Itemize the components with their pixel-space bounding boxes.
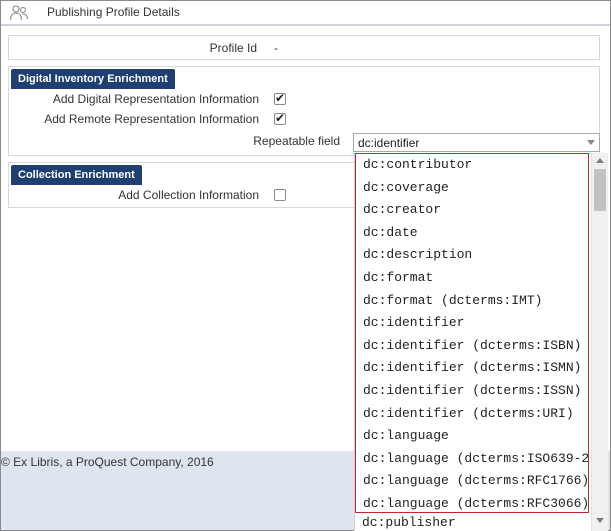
dropdown-option[interactable]: dc:format (356, 267, 588, 290)
dropdown-option[interactable]: dc:language (dcterms:RFC1766) (356, 470, 588, 493)
add-digital-representation-label: Add Digital Representation Information (52, 92, 259, 106)
dropdown-option[interactable]: dc:description (356, 244, 588, 267)
page-header: Publishing Profile Details (1, 1, 610, 26)
copyright-text: © Ex Libris, a ProQuest Company, 2016 (1, 455, 214, 469)
checkmark-icon: ✔ (275, 111, 286, 125)
profile-id-label: Profile Id (209, 41, 257, 55)
profile-id-value: - (274, 41, 278, 55)
dropdown-scrollbar[interactable] (591, 153, 608, 531)
dropdown-option[interactable]: dc:identifier (356, 312, 588, 335)
dropdown-option[interactable]: dc:creator (356, 199, 588, 222)
scroll-down-icon[interactable] (596, 518, 604, 523)
dropdown-option[interactable]: dc:identifier (dcterms:ISMN) (356, 357, 588, 380)
dropdown-option-partial[interactable]: dc:publisher (362, 515, 456, 530)
add-collection-information-checkbox[interactable] (274, 189, 286, 201)
dropdown-option[interactable]: dc:language (356, 425, 588, 448)
dropdown-option[interactable]: dc:date (356, 222, 588, 245)
chevron-down-icon[interactable] (587, 140, 595, 145)
users-icon (9, 5, 29, 21)
scroll-up-icon[interactable] (596, 158, 604, 163)
dropdown-option[interactable]: dc:language (dcterms:ISO639-2) (356, 448, 588, 471)
dropdown-option[interactable]: dc:identifier (dcterms:ISBN) (356, 335, 588, 358)
page-title: Publishing Profile Details (47, 5, 180, 19)
dropdown-options-list: dc:contributor dc:coverage dc:creator dc… (355, 153, 589, 513)
collection-enrichment-section-title: Collection Enrichment (11, 165, 142, 185)
profile-id-row: Profile Id - (8, 35, 600, 60)
add-remote-representation-checkbox[interactable]: ✔ (274, 111, 286, 125)
repeatable-field-dropdown[interactable]: dc:contributor dc:coverage dc:creator dc… (354, 153, 608, 531)
repeatable-field-label: Repeatable field (253, 134, 340, 148)
add-collection-information-label: Add Collection Information (118, 188, 259, 202)
dropdown-option[interactable]: dc:coverage (356, 177, 588, 200)
repeatable-field-select[interactable]: dc:identifier (353, 133, 600, 152)
dropdown-option[interactable]: dc:contributor (356, 154, 588, 177)
dropdown-option[interactable]: dc:format (dcterms:IMT) (356, 290, 588, 313)
add-digital-representation-checkbox[interactable]: ✔ (274, 91, 286, 105)
digital-inventory-section-title: Digital Inventory Enrichment (11, 69, 175, 89)
scrollbar-thumb[interactable] (594, 169, 606, 211)
dropdown-option[interactable]: dc:language (dcterms:RFC3066) (356, 493, 588, 512)
add-remote-representation-label: Add Remote Representation Information (44, 112, 259, 126)
dropdown-option[interactable]: dc:identifier (dcterms:ISSN) (356, 380, 588, 403)
repeatable-field-value: dc:identifier (358, 136, 420, 150)
dropdown-option[interactable]: dc:identifier (dcterms:URI) (356, 403, 588, 426)
checkmark-icon: ✔ (275, 91, 286, 105)
